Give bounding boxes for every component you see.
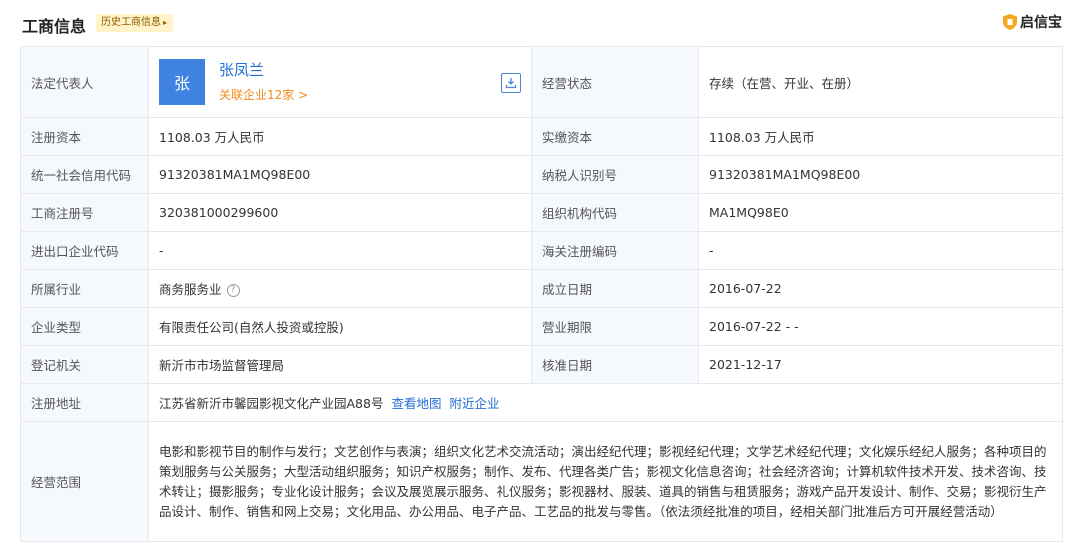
table-row: 进出口企业代码 - 海关注册编码 - [20, 231, 1063, 270]
row-value: 有限责任公司(自然人投资或控股) [148, 307, 532, 346]
row-value: 1108.03 万人民币 [698, 117, 1063, 156]
status-label: 经营状态 [531, 46, 699, 118]
section-title: 工商信息 [22, 17, 87, 36]
table-row: 法定代表人 张 张凤兰 关联企业12家 > 经营状态 存续（在营、开业、在册） [20, 46, 1063, 118]
avatar[interactable]: 张 [159, 59, 205, 105]
row-value: 320381000299600 [148, 193, 532, 232]
download-icon [505, 78, 517, 89]
shield-icon [1003, 14, 1017, 30]
row-label: 海关注册编码 [531, 231, 699, 270]
related-companies-link[interactable]: 关联企业12家 > [219, 86, 308, 104]
row-value: 1108.03 万人民币 [148, 117, 532, 156]
row-label: 成立日期 [531, 269, 699, 308]
row-value: 商务服务业 [159, 282, 222, 297]
triangle-right-icon: ▸ [163, 18, 168, 27]
brand-name: 启信宝 [1020, 15, 1062, 31]
history-business-info-button[interactable]: 历史工商信息 ▸ [96, 14, 174, 32]
brand-logo: 启信宝 [1003, 12, 1062, 32]
row-value: 91320381MA1MQ98E00 [148, 155, 532, 194]
row-value: 2021-12-17 [698, 345, 1063, 384]
row-label: 纳税人识别号 [531, 155, 699, 194]
table-row: 工商注册号 320381000299600 组织机构代码 MA1MQ98E0 [20, 193, 1063, 232]
row-label: 注册资本 [20, 117, 149, 156]
download-button[interactable] [501, 73, 521, 93]
address-value: 江苏省新沂市馨园影视文化产业园A88号 [159, 396, 384, 411]
row-value: 2016-07-22 [698, 269, 1063, 308]
row-label: 企业类型 [20, 307, 149, 346]
row-label: 进出口企业代码 [20, 231, 149, 270]
row-label: 组织机构代码 [531, 193, 699, 232]
view-map-link[interactable]: 查看地图 [391, 396, 441, 411]
table-row: 企业类型 有限责任公司(自然人投资或控股) 营业期限 2016-07-22 - … [20, 307, 1063, 346]
history-tag-label: 历史工商信息 [101, 17, 161, 28]
industry-cell: 商务服务业? [148, 269, 532, 308]
table-row: 统一社会信用代码 91320381MA1MQ98E00 纳税人识别号 91320… [20, 155, 1063, 194]
row-value: MA1MQ98E0 [698, 193, 1063, 232]
row-value: - [148, 231, 532, 270]
row-label: 统一社会信用代码 [20, 155, 149, 194]
table-row: 注册资本 1108.03 万人民币 实缴资本 1108.03 万人民币 [20, 117, 1063, 156]
row-label: 工商注册号 [20, 193, 149, 232]
question-icon[interactable]: ? [226, 284, 240, 297]
table-row: 所属行业 商务服务业? 成立日期 2016-07-22 [20, 269, 1063, 308]
nearby-companies-link[interactable]: 附近企业 [449, 396, 499, 411]
business-info-table: 法定代表人 张 张凤兰 关联企业12家 > 经营状态 存续（在营、开业、在册） … [20, 46, 1063, 542]
row-label: 营业期限 [531, 307, 699, 346]
table-row: 登记机关 新沂市市场监督管理局 核准日期 2021-12-17 [20, 345, 1063, 384]
row-value: - [698, 231, 1063, 270]
row-value: 新沂市市场监督管理局 [148, 345, 532, 384]
legal-rep-name-link[interactable]: 张凤兰 [219, 60, 308, 80]
row-label: 所属行业 [20, 269, 149, 308]
scope-cell: 电影和影视节目的制作与发行；文艺创作与表演；组织文化艺术交流活动；演出经纪代理；… [148, 421, 1063, 542]
address-label: 注册地址 [20, 383, 149, 422]
legal-rep-cell: 张 张凤兰 关联企业12家 > [148, 46, 532, 118]
row-value: 2016-07-22 - - [698, 307, 1063, 346]
scope-value: 电影和影视节目的制作与发行；文艺创作与表演；组织文化艺术交流活动；演出经纪代理；… [159, 443, 1047, 519]
status-value: 存续（在营、开业、在册） [698, 46, 1063, 118]
table-row: 经营范围 电影和影视节目的制作与发行；文艺创作与表演；组织文化艺术交流活动；演出… [20, 421, 1063, 542]
row-label: 实缴资本 [531, 117, 699, 156]
address-cell: 江苏省新沂市馨园影视文化产业园A88号 查看地图 附近企业 [148, 383, 1063, 422]
row-value: 91320381MA1MQ98E00 [698, 155, 1063, 194]
section-header: 工商信息 历史工商信息 ▸ 启信宝 [0, 0, 1080, 46]
row-label: 登记机关 [20, 345, 149, 384]
table-row: 注册地址 江苏省新沂市馨园影视文化产业园A88号 查看地图 附近企业 [20, 383, 1063, 422]
scope-label: 经营范围 [20, 421, 149, 542]
legal-rep-label: 法定代表人 [20, 46, 149, 118]
row-label: 核准日期 [531, 345, 699, 384]
